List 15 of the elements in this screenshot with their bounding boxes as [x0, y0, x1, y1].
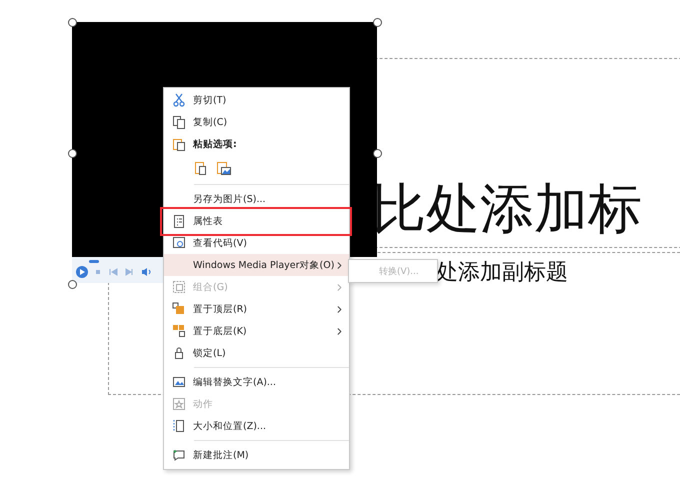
menu-item[interactable]: 另存为图片(S)...: [164, 188, 349, 210]
menu-item[interactable]: 编辑替换文字(A)...: [164, 371, 349, 393]
menu-item[interactable]: 粘贴选项:: [164, 133, 349, 155]
menu-item[interactable]: 置于顶层(R): [164, 298, 349, 320]
menu-item[interactable]: 属性表: [164, 210, 349, 232]
menu-item[interactable]: 置于底层(K): [164, 320, 349, 342]
menu-item[interactable]: 大小和位置(Z)...: [164, 415, 349, 437]
menu-item[interactable]: 查看代码(V): [164, 232, 349, 254]
menu-item[interactable]: 剪切(T): [164, 89, 349, 111]
menu-item[interactable]: 锁定(L): [164, 342, 349, 364]
slide-title: 比处添加标: [372, 176, 642, 242]
menu-item[interactable]: 复制(C): [164, 111, 349, 133]
slide-subtitle: 处添加副标题: [436, 259, 568, 287]
menu-item[interactable]: Windows Media Player对象(O): [164, 254, 349, 276]
menu-item[interactable]: 新建批注(M): [164, 444, 349, 466]
